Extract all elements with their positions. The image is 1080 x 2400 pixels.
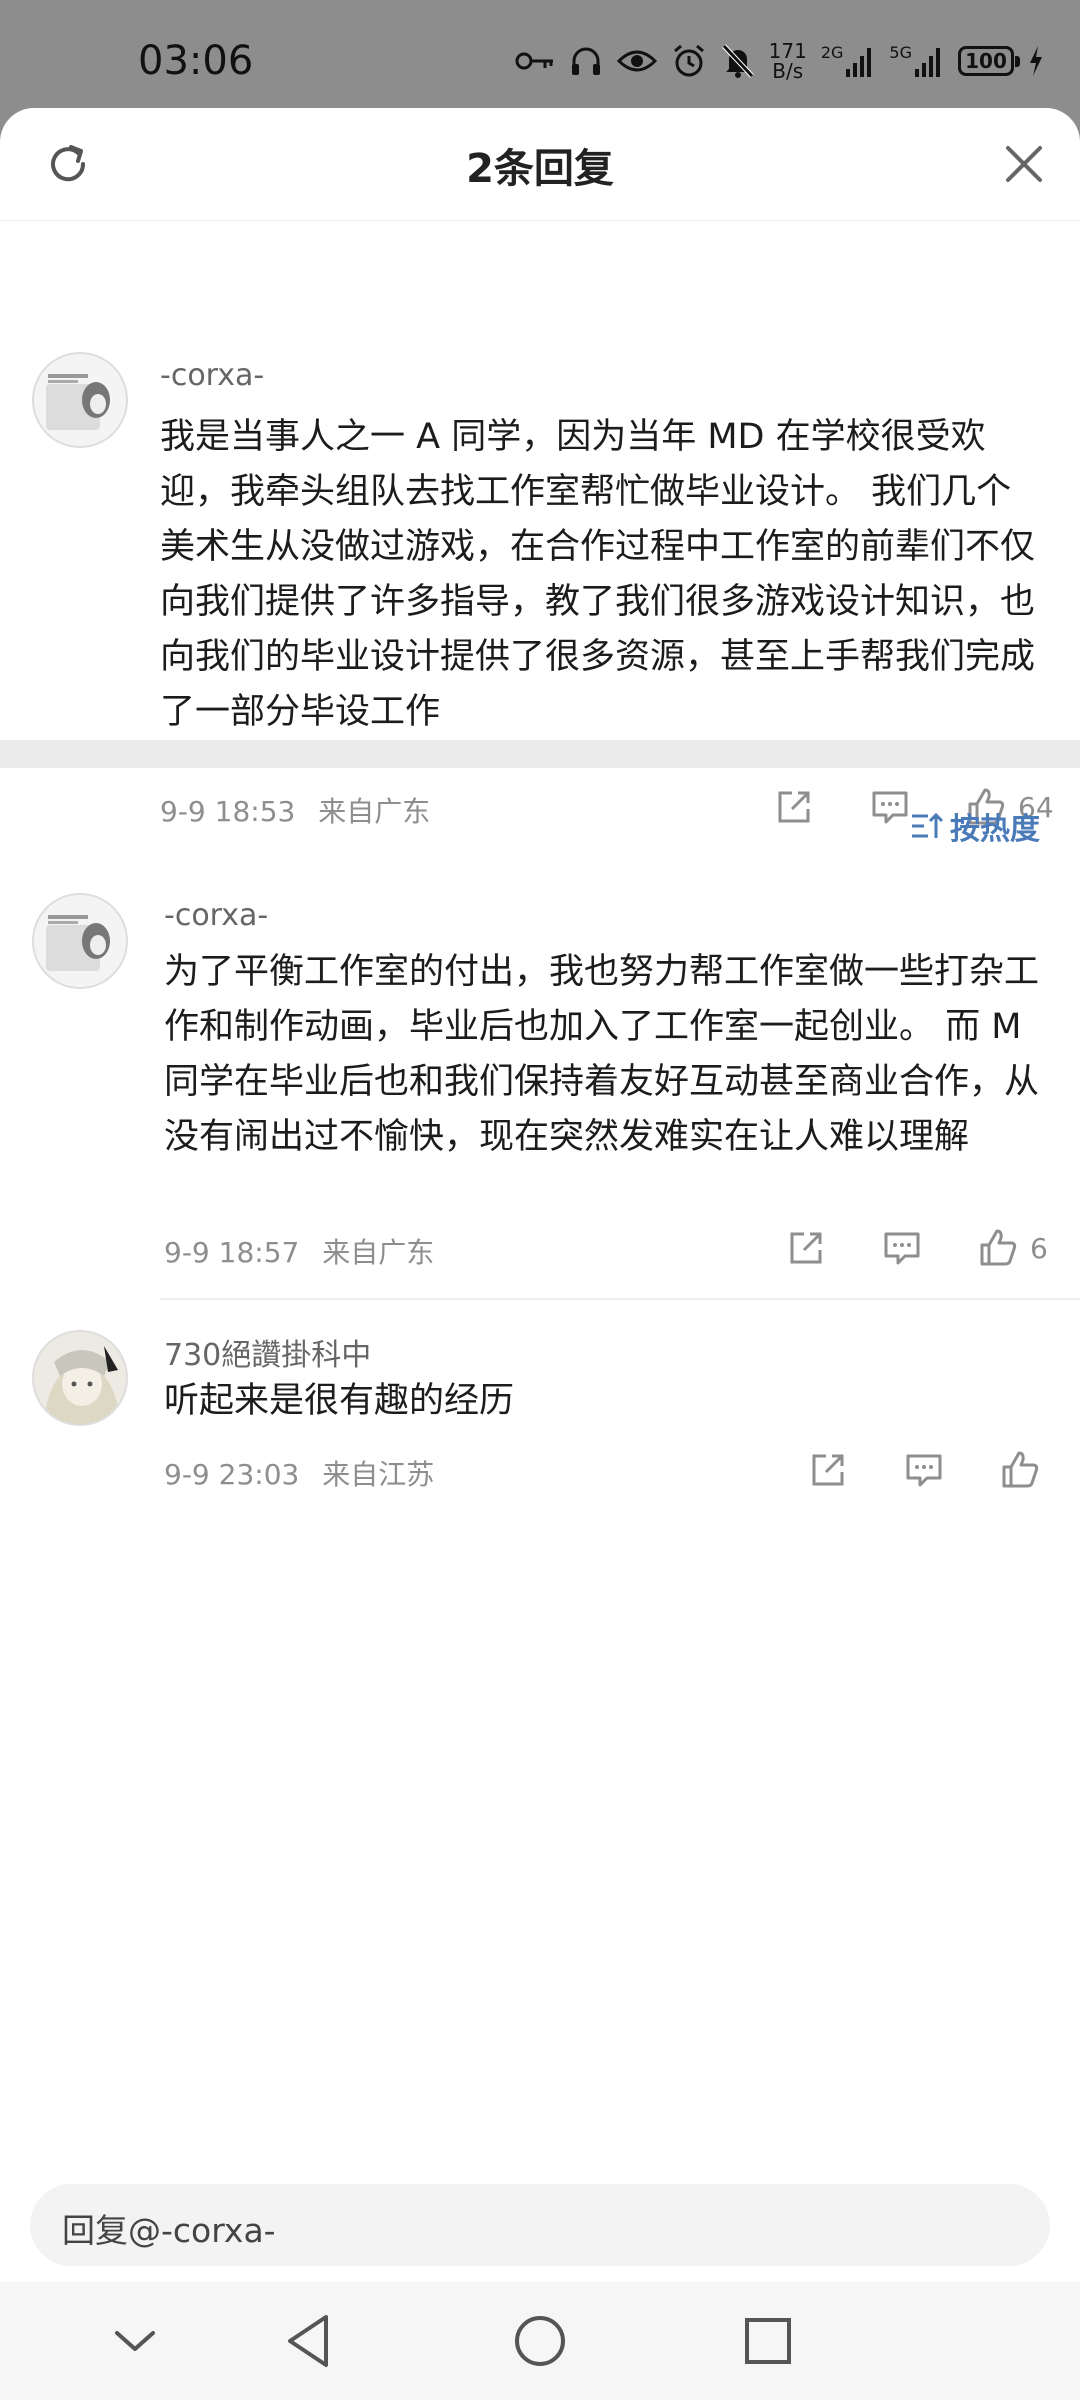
alarm-icon xyxy=(671,43,707,79)
comment-icon[interactable] xyxy=(902,1448,946,1492)
comment-username[interactable]: -corxa- xyxy=(160,358,264,393)
net-type-label: 5G xyxy=(889,43,912,62)
sheet-title: 2条回复 xyxy=(466,146,614,192)
status-icons: 171 B/s 2G 5G 100 xyxy=(515,36,1044,86)
signal-bars-icon xyxy=(846,48,872,77)
reply-username[interactable]: 730絕讚掛科中 xyxy=(164,1330,371,1374)
charging-icon xyxy=(1028,46,1044,76)
signal-2g: 2G xyxy=(821,45,876,77)
reply-actions: 6 xyxy=(784,1226,1048,1270)
main-comment: -corxa- 我是当事人之一 A 同学，因为当年 MD 在学校很受欢迎，我牵头… xyxy=(0,220,1080,828)
recents-square-icon[interactable] xyxy=(733,2306,803,2376)
comment-icon[interactable] xyxy=(880,1226,924,1270)
reply-date: 9-9 23:03 xyxy=(164,1458,300,1491)
avatar[interactable] xyxy=(32,352,128,448)
reply-input-placeholder: 回复@-corxa- xyxy=(62,2211,276,2250)
eye-icon xyxy=(616,46,657,76)
like-icon[interactable] xyxy=(998,1448,1042,1492)
comment-icon[interactable] xyxy=(868,785,912,829)
reply-text: 为了平衡工作室的付出，我也努力帮工作室做一些打杂工作和制作动画，毕业后也加入了工… xyxy=(164,952,1040,1157)
sort-icon xyxy=(912,812,944,838)
share-icon[interactable] xyxy=(806,1448,850,1492)
net-type-label: 2G xyxy=(820,43,844,62)
back-triangle-icon[interactable] xyxy=(274,2306,344,2376)
reply-meta: 9-9 18:57 来自广东 xyxy=(164,1231,434,1271)
mute-bell-icon xyxy=(721,43,755,79)
reply-username[interactable]: -corxa- xyxy=(164,898,268,933)
sheet-header: 2条回复 xyxy=(0,108,1080,221)
home-circle-icon[interactable] xyxy=(505,2306,575,2376)
replies-sheet: 2条回复 -corxa- 我是当事人之一 A 同学，因为当年 MD 在学校很受欢… xyxy=(0,108,1080,2400)
comment-text: 我是当事人之一 A 同学，因为当年 MD 在学校很受欢迎，我牵头组队去找工作室帮… xyxy=(160,417,1036,732)
comment-location: 来自广东 xyxy=(318,795,431,828)
share-icon[interactable] xyxy=(784,1226,828,1270)
comment-meta: 9-9 18:53 来自广东 xyxy=(160,790,430,830)
comment-date: 9-9 18:53 xyxy=(160,795,296,828)
close-icon[interactable] xyxy=(998,138,1050,190)
avatar[interactable] xyxy=(32,893,128,989)
network-speed-value: 171 xyxy=(768,39,807,63)
reply-location: 来自广东 xyxy=(322,1236,435,1269)
reply-divider xyxy=(160,1298,1080,1300)
reply-location: 来自江苏 xyxy=(322,1458,435,1491)
reply-actions xyxy=(806,1448,1042,1492)
status-bar: 03:06 171 B/s 2G 5G 100 xyxy=(0,0,1080,108)
reply-text: 听起来是很有趣的经历 xyxy=(164,1381,515,1421)
like-icon[interactable] xyxy=(976,1226,1020,1270)
reply-date: 9-9 18:57 xyxy=(164,1236,300,1269)
signal-bars-icon xyxy=(915,48,940,77)
status-time: 03:06 xyxy=(138,38,254,84)
chevron-down-icon[interactable] xyxy=(100,2306,170,2376)
network-speed: 171 B/s xyxy=(769,41,807,81)
reply-meta: 9-9 23:03 来自江苏 xyxy=(164,1453,434,1493)
sort-toggle[interactable]: 按热度 xyxy=(910,804,1040,848)
share-icon[interactable] xyxy=(772,785,816,829)
avatar[interactable] xyxy=(32,1330,128,1426)
like-count: 6 xyxy=(1030,1231,1048,1265)
battery-indicator: 100 xyxy=(958,46,1020,76)
network-speed-unit: B/s xyxy=(772,59,804,83)
key-icon xyxy=(515,49,555,73)
reply-input[interactable]: 回复@-corxa- xyxy=(30,2184,1050,2266)
section-divider xyxy=(0,740,1080,768)
headphones-icon xyxy=(569,44,603,78)
sort-label: 按热度 xyxy=(950,812,1040,847)
signal-5g: 5G xyxy=(889,45,944,77)
system-nav-bar xyxy=(0,2282,1080,2400)
